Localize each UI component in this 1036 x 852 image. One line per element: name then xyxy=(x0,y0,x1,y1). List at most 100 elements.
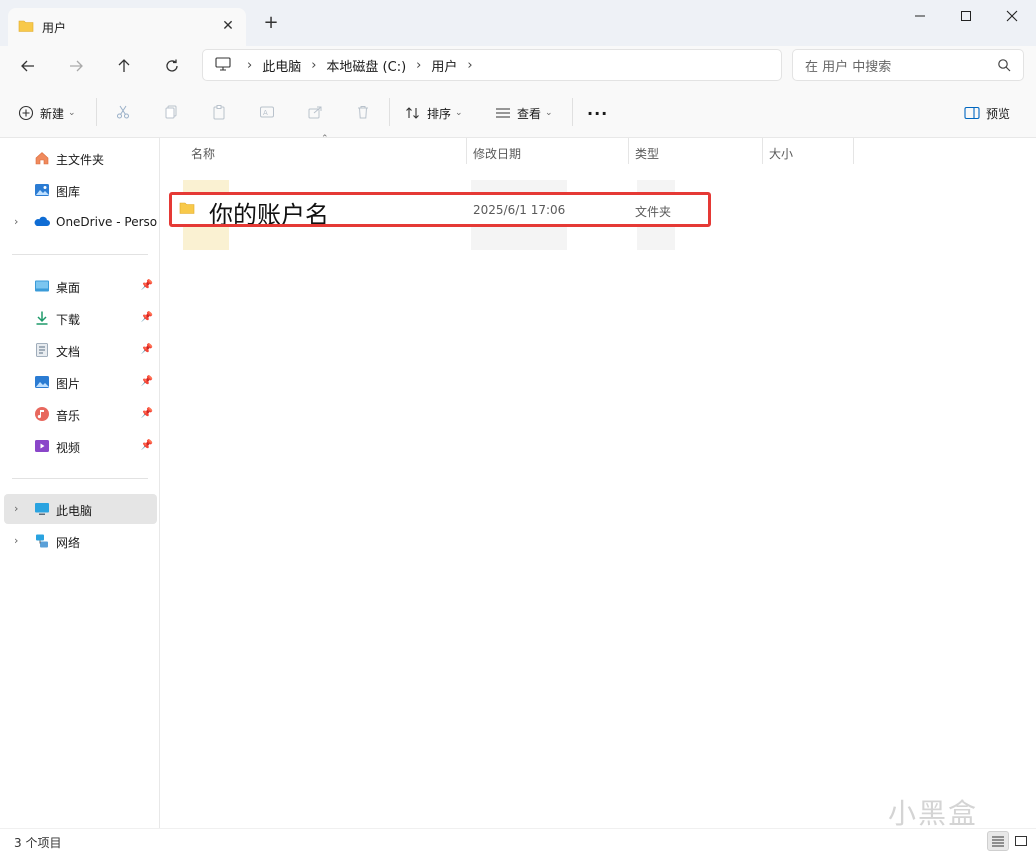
new-label: 新建 xyxy=(40,106,65,121)
column-header-modified[interactable]: 修改日期 xyxy=(467,142,521,166)
sidebar-item-label: 音乐 xyxy=(56,409,81,423)
new-button[interactable]: 新建 ⌄ xyxy=(18,100,76,126)
chevron-right-icon: › xyxy=(467,57,473,73)
view-button[interactable]: 查看 ⌄ xyxy=(495,100,553,126)
view-icon xyxy=(496,108,510,118)
sidebar-item-pictures[interactable]: 图片 📌 xyxy=(4,367,157,397)
watermark-logo: 小黑盒 xyxy=(888,797,979,830)
copy-icon[interactable] xyxy=(161,102,181,122)
forward-button[interactable] xyxy=(62,52,90,80)
plus-circle-icon xyxy=(18,105,34,121)
sidebar-item-label: OneDrive - Perso xyxy=(56,215,158,229)
paste-icon[interactable] xyxy=(209,102,229,122)
highlight-annotation xyxy=(169,192,711,227)
sidebar-item-music[interactable]: 音乐 📌 xyxy=(4,399,157,429)
document-icon xyxy=(34,342,50,358)
more-options-button[interactable]: ··· xyxy=(587,100,608,126)
navigation-bar: › 此电脑 › 本地磁盘 (C:) › 用户 › 在 用户 中搜索 xyxy=(0,46,1036,86)
chevron-right-icon[interactable]: › xyxy=(14,215,18,228)
sort-ascending-icon: ⌃ xyxy=(321,134,329,144)
chevron-right-icon: › xyxy=(311,57,317,73)
onedrive-icon xyxy=(34,214,50,230)
pictures-icon xyxy=(34,374,50,390)
chevron-right-icon[interactable]: › xyxy=(14,502,18,515)
tab-users[interactable]: 用户 ✕ xyxy=(8,8,246,46)
new-tab-button[interactable]: + xyxy=(262,14,280,32)
sidebar-item-network[interactable]: › 网络 xyxy=(4,526,157,556)
sidebar-divider xyxy=(12,478,148,479)
sidebar-item-desktop[interactable]: 桌面 📌 xyxy=(4,271,157,301)
arrow-right-icon xyxy=(70,60,83,72)
details-view-button[interactable] xyxy=(987,831,1009,851)
pin-icon[interactable]: 📌 xyxy=(141,344,153,355)
sidebar-item-label: 文档 xyxy=(56,345,81,359)
search-input[interactable]: 在 用户 中搜索 xyxy=(792,49,1024,81)
preview-button[interactable]: 预览 xyxy=(964,100,1010,126)
sidebar-item-this-pc[interactable]: › 此电脑 xyxy=(4,494,157,524)
view-label: 查看 xyxy=(517,106,542,121)
command-bar: 新建 ⌄ A 排序 ⌄ 查看 ⌄ ··· 预览 xyxy=(0,86,1036,138)
sidebar-item-label: 图库 xyxy=(56,185,81,199)
breadcrumb-this-pc[interactable]: 此电脑 xyxy=(262,56,301,75)
sidebar-item-onedrive[interactable]: › OneDrive - Perso xyxy=(4,207,157,237)
maximize-button[interactable] xyxy=(944,4,988,28)
column-header-name[interactable]: 名称 xyxy=(185,142,215,166)
minimize-button[interactable] xyxy=(898,4,942,28)
pin-icon[interactable]: 📌 xyxy=(141,376,153,387)
delete-icon[interactable] xyxy=(353,102,373,122)
breadcrumb-local-disk[interactable]: 本地磁盘 (C:) xyxy=(326,56,406,75)
sidebar-item-label: 桌面 xyxy=(56,281,81,295)
network-icon xyxy=(34,533,50,549)
chevron-down-icon: ⌄ xyxy=(68,108,76,118)
navigation-pane: 主文件夹 图库 › OneDrive - Perso 桌面 📌 下载 📌 文档 … xyxy=(0,138,160,828)
column-header-size[interactable]: 大小 xyxy=(763,142,793,166)
search-icon xyxy=(997,58,1011,76)
up-button[interactable] xyxy=(110,52,138,80)
column-divider[interactable] xyxy=(853,138,854,164)
sort-label: 排序 xyxy=(427,106,452,121)
toolbar-divider xyxy=(572,98,573,126)
share-icon[interactable] xyxy=(305,102,325,122)
pin-icon[interactable]: 📌 xyxy=(141,440,153,451)
column-header-type[interactable]: 类型 xyxy=(629,142,659,166)
sidebar-item-home[interactable]: 主文件夹 xyxy=(4,143,157,173)
chevron-down-icon: ⌄ xyxy=(455,108,463,118)
sidebar-item-gallery[interactable]: 图库 xyxy=(4,175,157,205)
tiles-view-button[interactable] xyxy=(1010,831,1032,851)
rename-icon[interactable]: A xyxy=(257,102,277,122)
address-bar[interactable]: › 此电脑 › 本地磁盘 (C:) › 用户 › xyxy=(202,49,782,81)
chevron-right-icon: › xyxy=(247,57,253,73)
desktop-icon xyxy=(34,278,50,294)
tiles-view-icon xyxy=(1015,836,1027,846)
sort-button[interactable]: 排序 ⌄ xyxy=(405,100,463,126)
back-button[interactable] xyxy=(14,52,42,80)
arrow-up-icon xyxy=(118,59,130,72)
pin-icon[interactable]: 📌 xyxy=(141,312,153,323)
pin-icon[interactable]: 📌 xyxy=(141,280,153,291)
refresh-button[interactable] xyxy=(158,52,186,80)
pin-icon[interactable]: 📌 xyxy=(141,408,153,419)
svg-text:A: A xyxy=(263,109,268,117)
preview-pane-icon xyxy=(964,106,980,120)
chevron-right-icon: › xyxy=(416,57,422,73)
search-placeholder: 在 用户 中搜索 xyxy=(805,59,892,75)
chevron-right-icon[interactable]: › xyxy=(14,534,18,547)
download-icon xyxy=(34,310,50,326)
music-icon xyxy=(34,406,50,422)
breadcrumb-users[interactable]: 用户 xyxy=(431,56,457,75)
arrow-left-icon xyxy=(21,60,34,72)
sidebar-item-label: 视频 xyxy=(56,441,81,455)
sort-icon xyxy=(406,107,419,119)
status-bar: 3 个项目 xyxy=(0,828,1036,852)
cut-icon[interactable] xyxy=(113,102,133,122)
close-window-button[interactable] xyxy=(990,4,1034,28)
tab-title: 用户 xyxy=(42,20,67,35)
sidebar-item-videos[interactable]: 视频 📌 xyxy=(4,431,157,461)
toolbar-divider xyxy=(389,98,390,126)
close-tab-icon[interactable]: ✕ xyxy=(220,18,236,34)
sidebar-item-downloads[interactable]: 下载 📌 xyxy=(4,303,157,333)
sidebar-item-documents[interactable]: 文档 📌 xyxy=(4,335,157,365)
sidebar-divider xyxy=(12,254,148,255)
folder-icon xyxy=(18,19,34,36)
item-count: 3 个项目 xyxy=(14,836,62,850)
